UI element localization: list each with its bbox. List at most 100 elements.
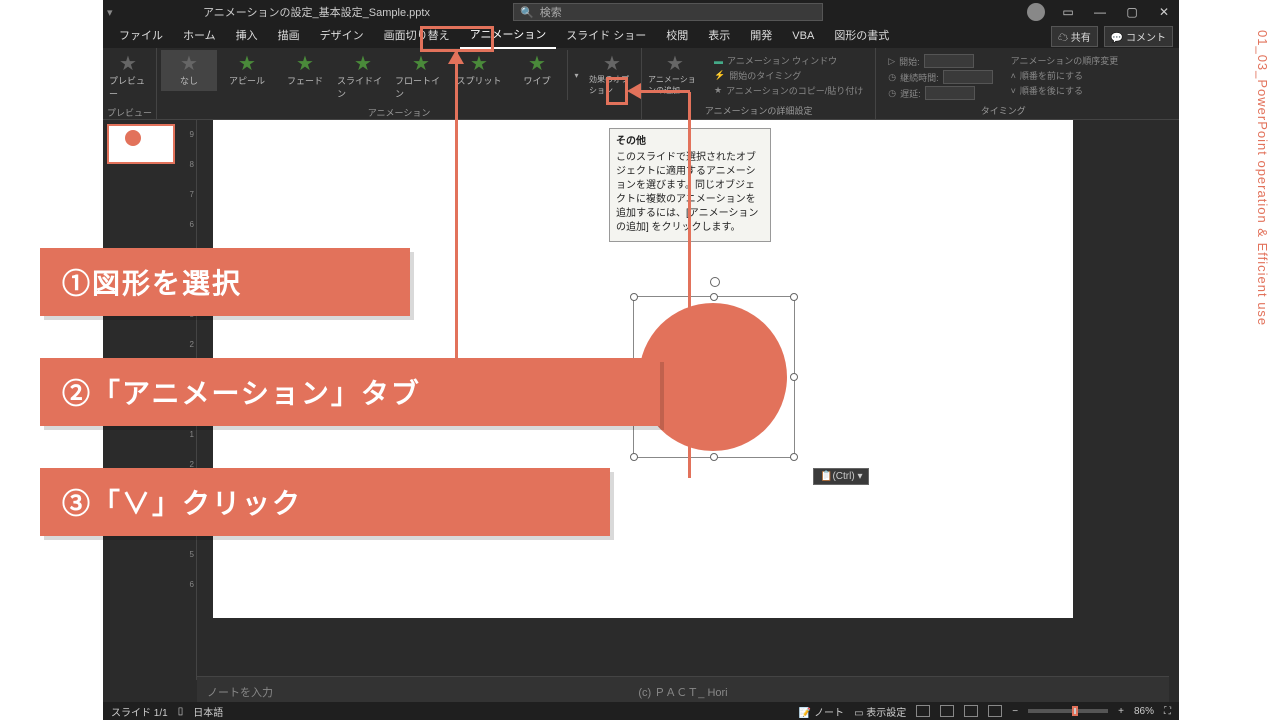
tab-design[interactable]: デザイン <box>310 24 374 48</box>
notes-placeholder: ノートを入力 <box>207 684 273 700</box>
group-label-preview: プレビュー <box>107 104 152 121</box>
menu-bar: ファイル ホーム 挿入 描画 デザイン 画面切り替え アニメーション スライド … <box>103 24 1179 48</box>
trigger-icon: ⚡ <box>714 70 725 81</box>
animation-painter-button[interactable]: ★アニメーションのコピー/貼り付け <box>714 84 863 97</box>
language-label[interactable]: 日本語 <box>193 704 223 719</box>
animation-slidein[interactable]: ★スライドイン <box>335 50 391 104</box>
zoom-out-button[interactable]: − <box>1012 706 1018 717</box>
side-text: 01_03_PowerPoint operation & Efficient u… <box>1255 30 1270 326</box>
star-icon: ★ <box>354 54 372 74</box>
star-icon: ★ <box>238 54 256 74</box>
tab-file[interactable]: ファイル <box>109 24 173 48</box>
clock-icon: ◷ <box>888 72 896 83</box>
callout-3: ③「∨」クリック <box>40 468 610 536</box>
delay-label: 遅延: <box>900 87 921 100</box>
resize-handle[interactable] <box>630 453 638 461</box>
zoom-slider-thumb[interactable] <box>1072 706 1078 716</box>
avatar[interactable] <box>1027 3 1045 21</box>
star-plus-icon: ★ <box>666 54 684 74</box>
animation-wipe[interactable]: ★ワイプ <box>509 50 565 91</box>
search-box[interactable]: 🔍 検索 <box>513 3 823 21</box>
arrow-3-head <box>627 83 641 99</box>
start-label: 開始: <box>899 55 920 68</box>
zoom-value[interactable]: 86% <box>1134 706 1154 717</box>
animation-none[interactable]: ★なし <box>161 50 217 91</box>
tab-developer[interactable]: 開発 <box>740 24 782 48</box>
reading-view-button[interactable] <box>964 705 978 717</box>
duration-input[interactable] <box>943 70 993 84</box>
thumbnail-shape <box>125 130 141 146</box>
advanced-options: ▬アニメーション ウィンドウ ⚡開始のタイミング ★アニメーションのコピー/貼り… <box>706 50 871 97</box>
arrow-3-line-v <box>688 92 691 478</box>
order-earlier-button[interactable]: ˄順番を前にする <box>1011 69 1119 82</box>
callout-1: ①図形を選択 <box>40 248 410 316</box>
trigger-button[interactable]: ⚡開始のタイミング <box>714 69 863 82</box>
ribbon-mode-icon[interactable]: ▭ <box>1059 3 1077 21</box>
tab-slideshow[interactable]: スライド ショー <box>556 24 656 48</box>
slideshow-view-button[interactable] <box>988 705 1002 717</box>
tab-format[interactable]: 図形の書式 <box>824 24 899 48</box>
resize-handle[interactable] <box>790 373 798 381</box>
minimize-button[interactable]: — <box>1091 3 1109 21</box>
arrow-2-head <box>448 50 464 64</box>
tab-home[interactable]: ホーム <box>173 24 226 48</box>
paste-options-tag[interactable]: 📋(Ctrl) ▾ <box>813 468 869 485</box>
animation-gallery-more[interactable]: ▾ <box>567 50 585 100</box>
document-title: アニメーションの設定_基本設定_Sample.pptx <box>203 4 430 20</box>
star-icon: ★ <box>412 54 430 74</box>
chevron-down-icon: ˅ <box>1011 86 1016 96</box>
delay-input[interactable] <box>925 86 975 100</box>
close-button[interactable]: ✕ <box>1155 3 1173 21</box>
animation-appear[interactable]: ★アピール <box>219 50 275 91</box>
watermark: (c) ＰＡＣＴ_ Hori <box>638 684 727 700</box>
chevron-down-icon: ▾ <box>575 71 579 80</box>
slide-thumbnail-1[interactable] <box>107 124 175 164</box>
comment-button[interactable]: 💬 コメント <box>1104 26 1173 47</box>
sorter-view-button[interactable] <box>940 705 954 717</box>
star-icon: ★ <box>296 54 314 74</box>
resize-handle[interactable] <box>790 453 798 461</box>
fit-to-window-button[interactable]: ⛶ <box>1164 706 1171 717</box>
notes-button[interactable]: 📝 ノート <box>799 704 844 719</box>
group-label-animation: アニメーション <box>161 104 637 121</box>
zoom-slider[interactable] <box>1028 709 1108 713</box>
tab-insert[interactable]: 挿入 <box>226 24 268 48</box>
ribbon-group-preview: ★ プレビュー プレビュー <box>103 48 157 119</box>
tab-review[interactable]: 校閲 <box>656 24 698 48</box>
play-icon: ▷ <box>888 56 895 67</box>
resize-handle[interactable] <box>710 293 718 301</box>
animation-floatin[interactable]: ★フロートイン <box>393 50 449 104</box>
chevron-up-icon: ˄ <box>1011 71 1016 81</box>
rotation-handle[interactable] <box>710 277 720 287</box>
order-later-button[interactable]: ˅順番を後にする <box>1011 84 1119 97</box>
display-settings[interactable]: ▭ 表示設定 <box>854 704 906 719</box>
maximize-button[interactable]: ▢ <box>1123 3 1141 21</box>
animation-pane-button[interactable]: ▬アニメーション ウィンドウ <box>714 54 863 67</box>
share-button[interactable]: ☁ 共有 <box>1051 26 1098 47</box>
resize-handle[interactable] <box>630 293 638 301</box>
arrow-2-line <box>455 52 458 368</box>
animation-fade[interactable]: ★フェード <box>277 50 333 91</box>
star-icon: ★ <box>119 54 137 74</box>
zoom-in-button[interactable]: + <box>1118 706 1124 717</box>
ribbon: ★ プレビュー プレビュー ★なし ★アピール ★フェード ★スライドイン ★フ… <box>103 48 1179 120</box>
ribbon-group-animation: ★なし ★アピール ★フェード ★スライドイン ★フロートイン ★スプリット ★… <box>157 48 642 119</box>
tab-draw[interactable]: 描画 <box>268 24 310 48</box>
slide-counter: スライド 1/1 <box>111 704 168 719</box>
clipboard-icon: 📋 <box>820 471 832 482</box>
star-icon: ★ <box>603 54 621 74</box>
title-dropdown-icon[interactable]: ▾ <box>107 6 113 19</box>
search-placeholder: 検索 <box>540 4 562 20</box>
preview-button[interactable]: ★ プレビュー <box>107 50 149 104</box>
start-input[interactable] <box>924 54 974 68</box>
order-title: アニメーションの順序変更 <box>1011 54 1119 67</box>
group-label-timing: タイミング <box>880 102 1126 119</box>
resize-handle[interactable] <box>790 293 798 301</box>
resize-handle[interactable] <box>710 453 718 461</box>
tab-vba[interactable]: VBA <box>782 24 824 48</box>
titlebar: アニメーションの設定_基本設定_Sample.pptx ▾ 🔍 検索 ▭ — ▢… <box>103 0 1179 24</box>
timing-fields: ▷開始: ◷継続時間: ◷遅延: <box>880 50 1000 100</box>
tab-view[interactable]: 表示 <box>698 24 740 48</box>
star-icon: ★ <box>470 54 488 74</box>
normal-view-button[interactable] <box>916 705 930 717</box>
